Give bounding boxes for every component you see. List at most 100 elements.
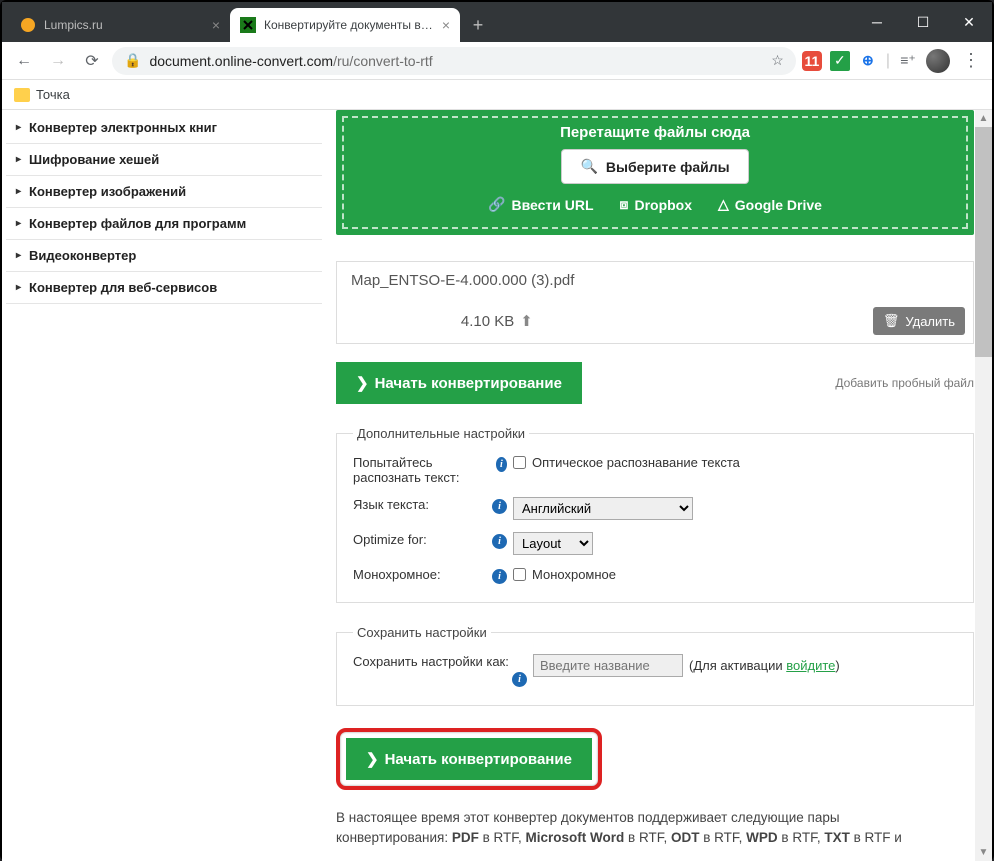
sidebar-item-label: Шифрование хешей: [29, 152, 159, 167]
tab-close-icon[interactable]: ×: [442, 17, 450, 33]
info-icon[interactable]: i: [496, 457, 507, 472]
converter-favicon-icon: [240, 17, 256, 33]
tab-close-icon[interactable]: ×: [212, 17, 220, 33]
caret-right-icon: ▸: [16, 186, 21, 197]
select-files-button[interactable]: 🔍 Выберите файлы: [561, 149, 748, 184]
caret-right-icon: ▸: [16, 122, 21, 133]
reload-button[interactable]: ⟳: [78, 47, 106, 75]
start-convert-button-bottom[interactable]: ❯ Начать конвертирование: [346, 738, 592, 780]
sidebar-item-webservice[interactable]: ▸ Конвертер для веб-сервисов: [6, 272, 322, 304]
search-icon: 🔍: [580, 158, 597, 175]
uploaded-file-box: Map_ENTSO-E-4.000.000 (3).pdf 4.10 KB ⬆ …: [336, 261, 974, 344]
url-path: /ru/convert-to-rtf: [333, 53, 433, 69]
browser-titlebar: Lumpics.ru × Конвертируйте документы в ф…: [2, 2, 992, 42]
url-field[interactable]: 🔒 document.online-convert.com/ru/convert…: [112, 47, 796, 75]
button-label: Удалить: [905, 314, 955, 329]
upload-icon: ⬆: [520, 312, 533, 330]
dropzone-title: Перетащите файлы сюда: [354, 124, 956, 141]
mono-label: Монохромное:: [353, 567, 441, 582]
file-dropzone[interactable]: Перетащите файлы сюда 🔍 Выберите файлы 🔗…: [336, 110, 974, 235]
bookmarks-bar: Точка: [2, 80, 992, 110]
button-label: Выберите файлы: [606, 159, 730, 175]
browser-menu-icon[interactable]: ⋮: [958, 50, 984, 71]
url-domain: document.online-convert.com: [149, 53, 333, 69]
info-icon[interactable]: i: [492, 569, 507, 584]
start-convert-button-top[interactable]: ❯ Начать конвертирование: [336, 362, 582, 404]
checkbox-label: Монохромное: [532, 567, 616, 582]
caret-right-icon: ▸: [16, 218, 21, 229]
bookmark-item[interactable]: Точка: [36, 87, 70, 102]
tab-strip: Lumpics.ru × Конвертируйте документы в ф…: [10, 8, 492, 42]
bookmark-star-icon[interactable]: ☆: [771, 52, 784, 69]
sidebar-item-hash[interactable]: ▸Шифрование хешей: [6, 144, 322, 176]
language-select[interactable]: Английский: [513, 497, 693, 520]
save-settings-fieldset: Сохранить настройки Сохранить настройки …: [336, 625, 974, 706]
save-as-label: Сохранить настройки как:: [353, 654, 509, 669]
button-label: Начать конвертирование: [375, 375, 562, 392]
sidebar-item-label: Видеоконвертер: [29, 248, 136, 263]
mono-checkbox[interactable]: [513, 568, 526, 581]
scroll-thumb[interactable]: [975, 127, 992, 357]
file-name: Map_ENTSO-E-4.000.000 (3).pdf: [337, 262, 973, 299]
scroll-down-icon[interactable]: ▼: [975, 844, 992, 861]
dropbox-link[interactable]: ⧈Dropbox: [620, 196, 692, 213]
tab-title: Конвертируйте документы в фо: [264, 18, 434, 32]
preset-name-input[interactable]: [533, 654, 683, 677]
enter-url-link[interactable]: 🔗Ввести URL: [488, 196, 593, 213]
login-help-text: (Для активации войдите): [689, 658, 840, 673]
tab-lumpics[interactable]: Lumpics.ru ×: [10, 8, 230, 42]
dropbox-icon: ⧈: [620, 196, 629, 213]
chevron-right-icon: ❯: [366, 750, 379, 768]
optimize-select[interactable]: Layout: [513, 532, 593, 555]
advanced-settings-fieldset: Дополнительные настройки Попытайтесь рас…: [336, 426, 974, 603]
gdrive-link[interactable]: △Google Drive: [718, 196, 822, 213]
caret-right-icon: ▸: [16, 282, 21, 293]
supported-formats-text: В настоящее время этот конвертер докумен…: [336, 808, 974, 849]
file-size: 4.10 KB: [461, 313, 514, 330]
info-icon[interactable]: i: [492, 534, 507, 549]
sidebar-item-ebook[interactable]: ▸Конвертер электронных книг: [6, 112, 322, 144]
link-icon: 🔗: [488, 196, 505, 213]
tab-converter[interactable]: Конвертируйте документы в фо ×: [230, 8, 460, 42]
extension-check-icon[interactable]: ✓: [830, 51, 850, 71]
vertical-scrollbar[interactable]: ▲ ▼: [975, 110, 992, 861]
profile-avatar[interactable]: [926, 49, 950, 73]
extensions: 11 ✓ ⊕ | ≡⁺ ⋮: [802, 49, 984, 73]
caret-right-icon: ▸: [16, 250, 21, 261]
sidebar-item-video[interactable]: ▸ Видеоконвертер: [6, 240, 322, 272]
sidebar-item-label: Конвертер изображений: [29, 184, 186, 199]
page-content: ▸Конвертер электронных книг ▸Шифрование …: [2, 110, 992, 861]
sidebar-item-software[interactable]: ▸ Конвертер файлов для программ: [6, 208, 322, 240]
window-controls: ─ ☐ ✕: [854, 2, 992, 42]
fieldset-legend: Дополнительные настройки: [353, 426, 529, 441]
checkbox-label: Оптическое распознавание текста: [532, 455, 740, 470]
back-button[interactable]: ←: [10, 47, 38, 75]
login-link[interactable]: войдите: [786, 658, 835, 673]
chevron-right-icon: ❯: [356, 374, 369, 392]
extension-globe-icon[interactable]: ⊕: [858, 51, 878, 71]
fieldset-legend: Сохранить настройки: [353, 625, 491, 640]
new-tab-button[interactable]: +: [464, 11, 492, 39]
ocr-checkbox[interactable]: [513, 456, 526, 469]
sidebar-item-label: Конвертер для веб-сервисов: [29, 280, 217, 295]
optimize-label: Optimize for:: [353, 532, 427, 547]
scroll-up-icon[interactable]: ▲: [975, 110, 992, 127]
delete-file-button[interactable]: 🗑 Удалить: [873, 307, 965, 335]
sidebar-item-label: Конвертер файлов для программ: [29, 216, 246, 231]
ocr-label: Попытайтесь распознать текст:: [353, 455, 496, 485]
main-panel: Перетащите файлы сюда 🔍 Выберите файлы 🔗…: [322, 110, 992, 861]
close-window-button[interactable]: ✕: [946, 2, 992, 42]
trash-icon: 🗑: [883, 313, 900, 329]
info-icon[interactable]: i: [492, 499, 507, 514]
lock-icon: 🔒: [124, 52, 141, 69]
extension-badge-icon[interactable]: 11: [802, 51, 822, 71]
maximize-button[interactable]: ☐: [900, 2, 946, 42]
forward-button[interactable]: →: [44, 47, 72, 75]
button-label: Начать конвертирование: [385, 751, 572, 768]
add-test-file-link[interactable]: Добавить пробный файл: [835, 376, 974, 390]
info-icon[interactable]: i: [512, 672, 527, 687]
lumpics-favicon-icon: [20, 17, 36, 33]
reading-list-icon[interactable]: ≡⁺: [898, 51, 918, 71]
minimize-button[interactable]: ─: [854, 2, 900, 42]
sidebar-item-image[interactable]: ▸ Конвертер изображений: [6, 176, 322, 208]
